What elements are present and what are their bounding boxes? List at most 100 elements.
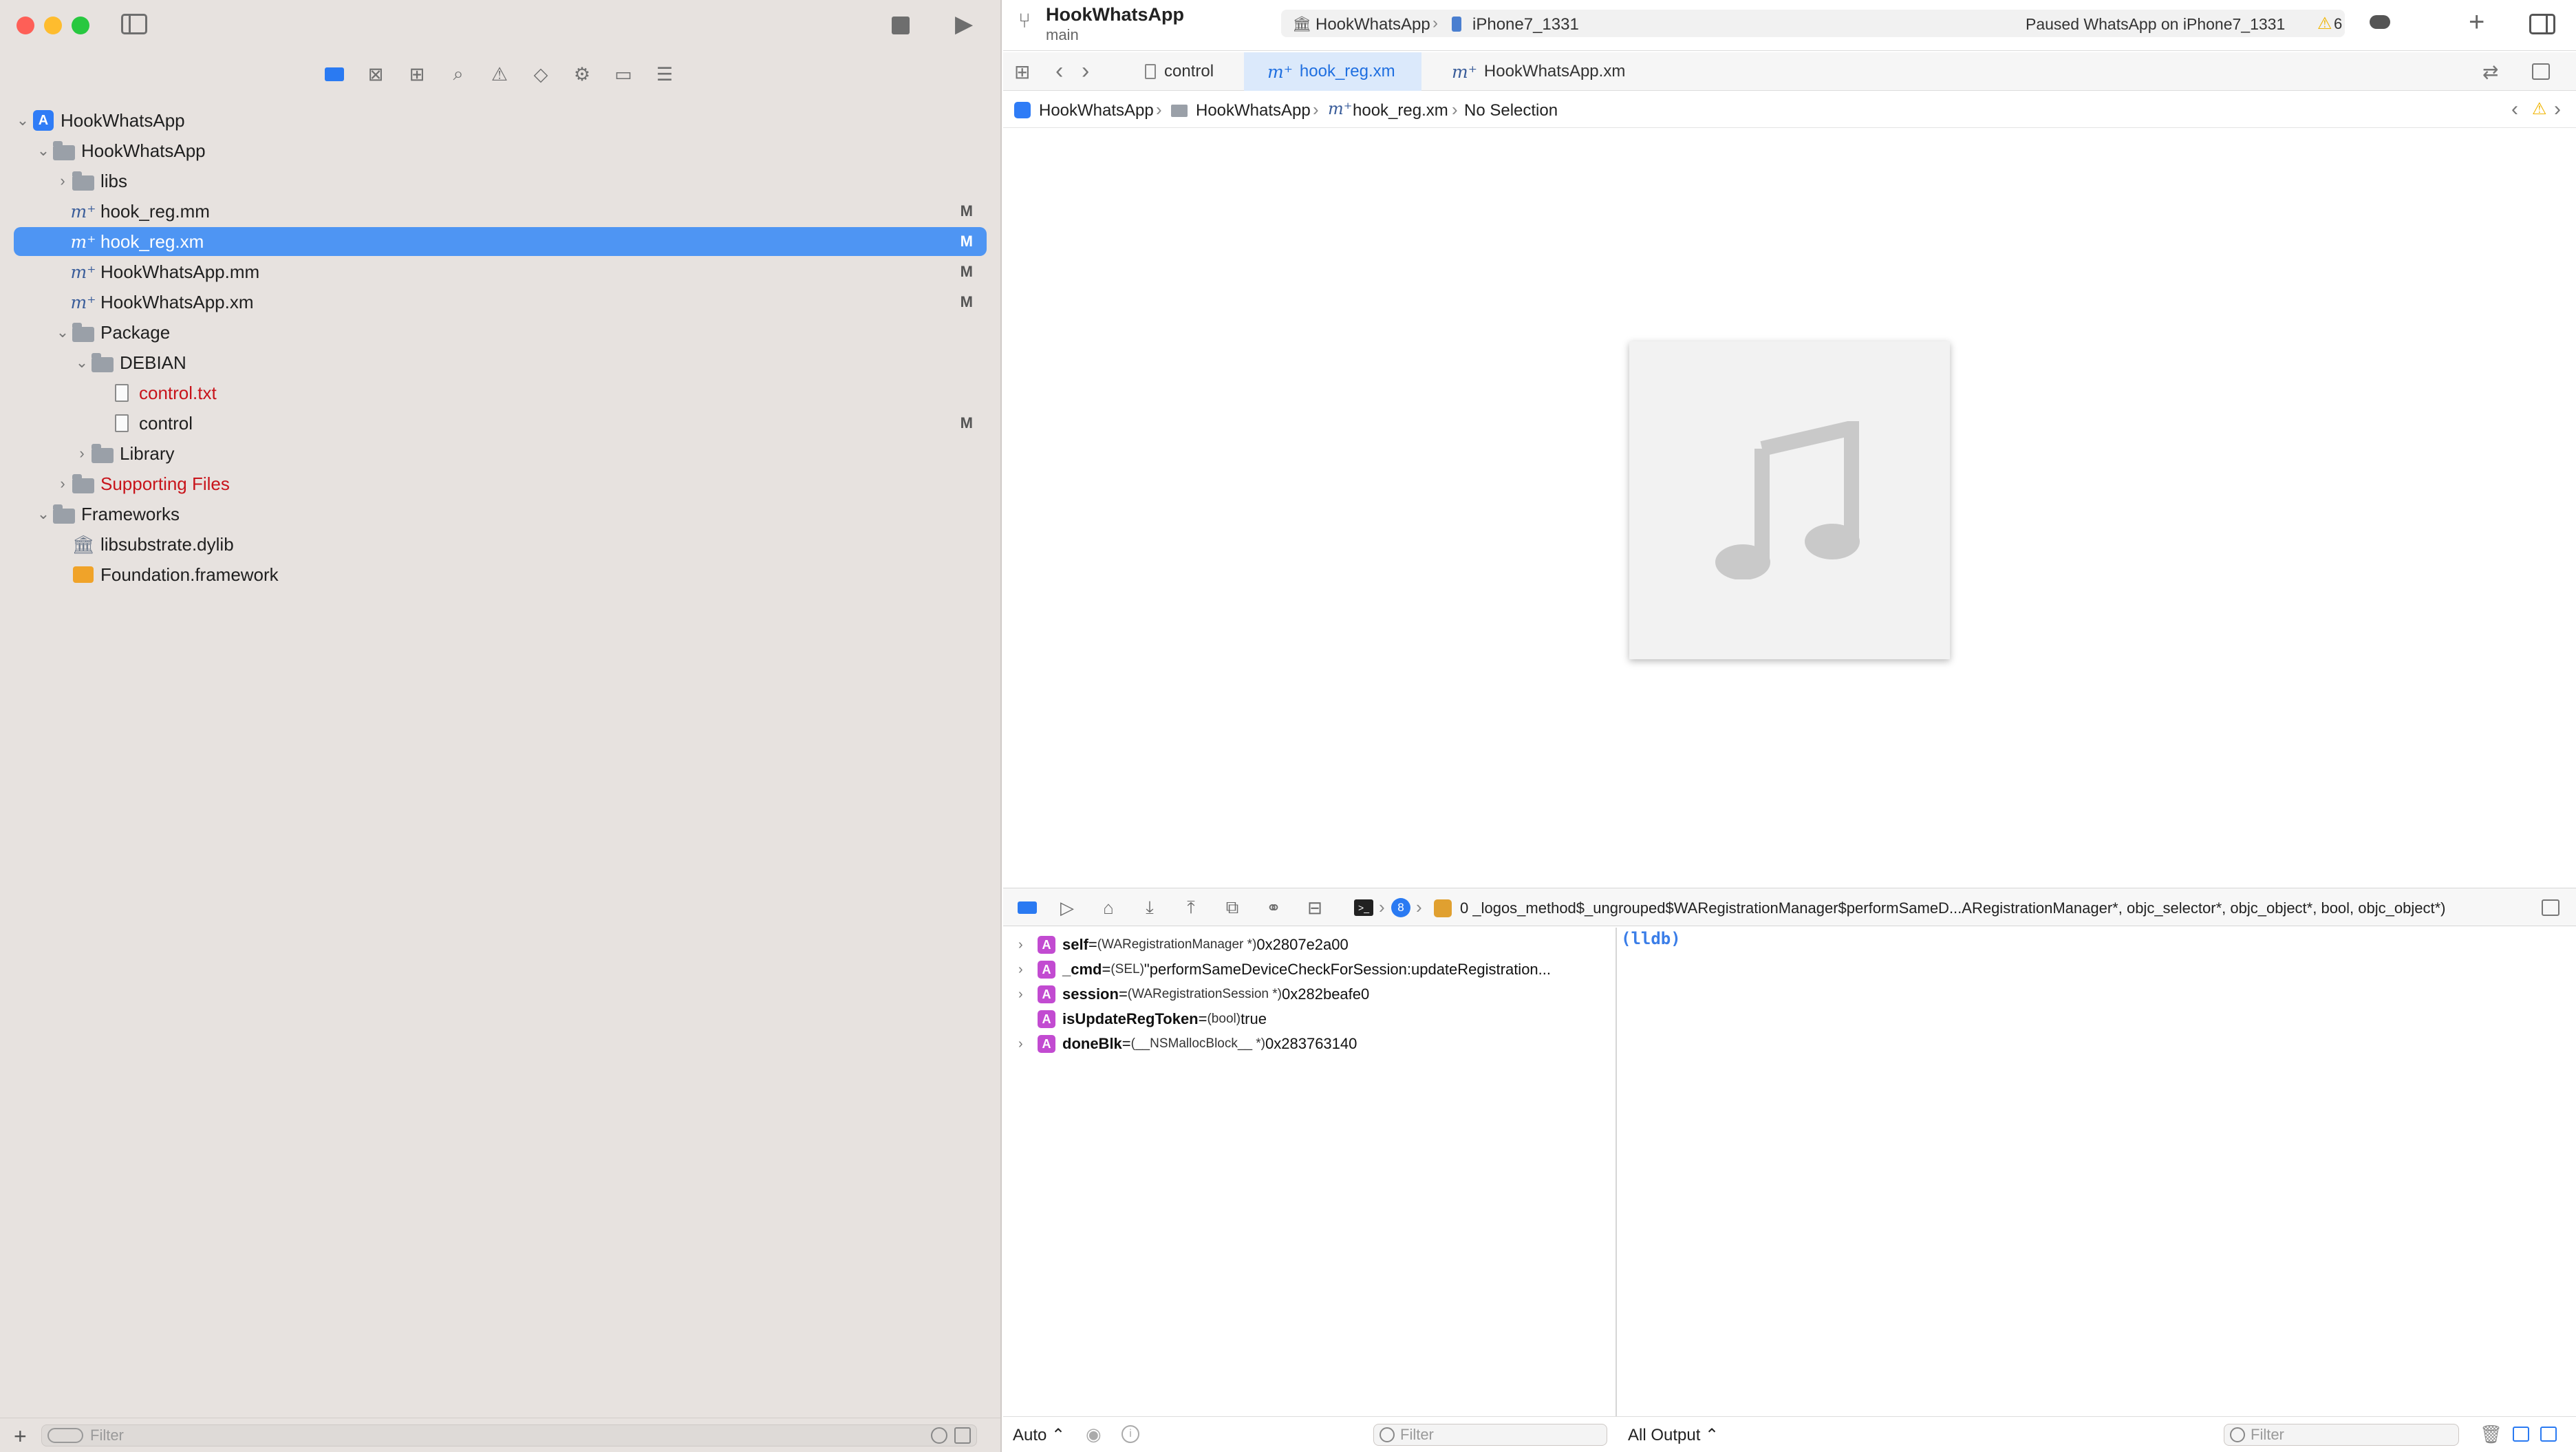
debug-navigator-icon[interactable]: ⚙ [568,61,596,88]
add-library-icon[interactable]: + [2469,8,2484,36]
stack-frame-label[interactable]: 0 _logos_method$_ungrouped$WARegistratio… [1460,899,2445,917]
variables-scope-selector[interactable]: Auto ⌃ [1013,1425,1065,1445]
console-output-selector[interactable]: All Output ⌃ [1628,1425,1719,1445]
filter-scm-icon[interactable] [954,1427,971,1444]
chevron-right-icon[interactable]: › [54,172,72,190]
tree-item-supporting-files[interactable]: › Supporting Files [14,469,987,498]
environment-overrides-icon[interactable]: ⊟ [1305,897,1325,918]
warning-icon[interactable]: ⚠ [2317,14,2332,34]
tree-item-hookwhatsapp-xm[interactable]: m⁺ HookWhatsApp.xm M [14,288,987,317]
forward-arrow-icon[interactable]: › [1082,58,1089,85]
project-navigator-folder-icon[interactable] [321,61,348,88]
next-issue-icon[interactable]: › [2554,98,2561,121]
tree-item-library[interactable]: › Library [14,439,987,468]
breakpoint-navigator-icon[interactable]: ▭ [610,61,637,88]
sidebar-toggle-icon[interactable] [121,14,147,34]
trash-icon[interactable]: 🗑 [2480,1424,2502,1445]
tree-item-project[interactable]: ⌄ A HookWhatsApp [14,106,987,135]
chevron-down-icon[interactable]: ⌄ [34,505,52,523]
chevron-right-icon[interactable]: › [1018,1036,1038,1052]
tree-item-hook-reg-xm[interactable]: m⁺ hook_reg.xm M [14,227,987,256]
tab-label: control [1164,62,1214,81]
show-console-icon[interactable] [2540,1427,2557,1442]
source-control-navigator-icon[interactable]: ⊠ [362,61,389,88]
test-navigator-icon[interactable]: ◇ [527,61,555,88]
warning-count[interactable]: 6 [2334,15,2342,33]
chevron-down-icon[interactable]: ⌄ [73,354,91,372]
issue-navigator-icon[interactable]: ⚠ [486,61,513,88]
breadcrumb-selection[interactable]: No Selection [1464,101,1558,120]
chevron-right-icon[interactable]: › [1018,937,1038,953]
scheme-activity-bar[interactable]: 🏛 HookWhatsApp › iPhone7_1331 Paused Wha… [1281,10,2345,37]
add-editor-icon[interactable] [2532,63,2550,80]
variable-row[interactable]: › A _cmd = (SEL) "performSameDeviceCheck… [1018,958,1551,981]
previous-issue-icon[interactable]: ‹ [2511,98,2518,121]
swap-editor-icon[interactable]: ⇄ [2482,61,2498,83]
variables-filter-field[interactable]: Filter [1373,1424,1607,1446]
tree-item-package[interactable]: ⌄ Package [14,318,987,347]
tree-item-control-txt[interactable]: control.txt [14,378,987,407]
tab-control[interactable]: control [1139,52,1243,91]
info-icon[interactable]: i [1121,1425,1139,1443]
warning-icon[interactable]: ⚠ [2532,99,2547,119]
breadcrumb-file[interactable]: hook_reg.xm [1353,101,1448,120]
inspector-toggle-icon[interactable] [2529,14,2555,34]
memory-graph-icon[interactable]: ⚭ [1263,897,1284,918]
navigator-filter-field[interactable]: Filter [41,1424,977,1446]
cloud-status-icon[interactable] [2370,15,2390,29]
chevron-right-icon[interactable]: › [54,475,72,493]
breadcrumb-project[interactable]: HookWhatsApp [1039,101,1154,120]
quick-look-icon[interactable]: ◉ [1086,1424,1102,1445]
thread-badge[interactable]: 8 [1391,898,1410,917]
console-filter-field[interactable]: Filter [2224,1424,2459,1446]
chevron-down-icon[interactable]: ⌄ [34,142,52,160]
step-into-icon[interactable]: ⤓ [1139,897,1160,917]
chevron-right-icon[interactable]: › [1018,962,1038,978]
minimize-window-button[interactable] [44,17,62,34]
tree-item-hook-reg-mm[interactable]: m⁺ hook_reg.mm M [14,197,987,226]
device-selector[interactable]: iPhone7_1331 [1472,15,1579,34]
close-window-button[interactable] [17,17,34,34]
chevron-right-icon[interactable]: › [1018,987,1038,1003]
zoom-window-button[interactable] [72,17,89,34]
variable-row[interactable]: › A session = (WARegistrationSession *) … [1018,983,1369,1006]
run-button[interactable]: ▶ [955,12,973,36]
stop-button[interactable] [892,17,910,34]
report-navigator-icon[interactable]: ☰ [651,61,678,88]
related-items-icon[interactable]: ⊞ [1014,61,1030,83]
filter-icon [2230,1427,2245,1442]
variable-row[interactable]: › A doneBlk = (__NSMallocBlock__ *) 0x28… [1018,1032,1357,1056]
recent-files-icon[interactable] [931,1427,947,1444]
variable-type: (SEL) [1110,962,1144,976]
tab-hookwhatsapp-xm[interactable]: m⁺ HookWhatsApp.xm [1423,52,1636,91]
tree-item-group-hookwhatsapp[interactable]: ⌄ HookWhatsApp [14,136,987,165]
chevron-down-icon[interactable]: ⌄ [14,111,32,129]
find-navigator-icon[interactable]: ⌕ [444,61,472,88]
tree-item-debian[interactable]: ⌄ DEBIAN [14,348,987,377]
step-out-icon[interactable]: ⤒ [1181,897,1201,917]
symbol-navigator-icon[interactable]: ⊞ [403,61,431,88]
console-view[interactable] [1618,928,2576,1416]
variable-row[interactable]: A isUpdateRegToken = (bool) true [1018,1007,1267,1031]
variable-row[interactable]: › A self = (WARegistrationManager *) 0x2… [1018,933,1349,957]
breakpoints-toggle-icon[interactable] [1017,898,1038,917]
tree-item-libs[interactable]: › libs [14,167,987,195]
tree-item-hookwhatsapp-mm[interactable]: m⁺ HookWhatsApp.mm M [14,257,987,286]
add-icon[interactable]: + [14,1424,27,1449]
filter-options-icon[interactable] [47,1428,83,1443]
scheme-selector[interactable]: HookWhatsApp [1316,15,1430,34]
tree-item-foundation-framework[interactable]: Foundation.framework [14,560,987,589]
show-variables-icon[interactable] [2513,1427,2529,1442]
tree-item-frameworks[interactable]: ⌄ Frameworks [14,500,987,529]
tab-hook-reg-xm[interactable]: m⁺ hook_reg.xm [1244,52,1421,91]
continue-icon[interactable]: ▷ [1057,897,1077,918]
chevron-right-icon[interactable]: › [73,445,91,462]
breadcrumb-group[interactable]: HookWhatsApp [1196,101,1311,120]
chevron-down-icon[interactable]: ⌄ [54,323,72,341]
hide-debug-area-icon[interactable] [2542,899,2559,916]
debug-view-hierarchy-icon[interactable]: ⧉ [1222,897,1243,917]
back-arrow-icon[interactable]: ‹ [1055,58,1063,85]
tree-item-libsubstrate[interactable]: 🏛 libsubstrate.dylib [14,530,987,559]
step-over-icon[interactable]: ⌂ [1098,897,1119,918]
tree-item-control[interactable]: control M [14,409,987,438]
